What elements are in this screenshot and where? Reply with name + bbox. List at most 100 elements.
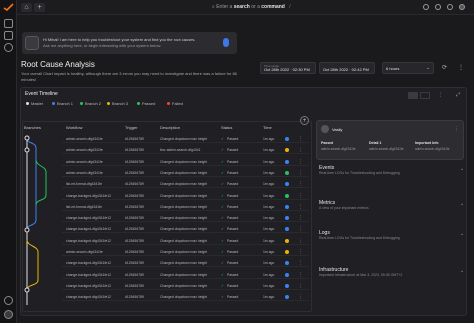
bookmark-icon[interactable] bbox=[4, 19, 13, 28]
table-row[interactable]: change-backgnd-dfg4341fe12 #125456789 Chan… bbox=[62, 271, 309, 279]
cell-status: Passed bbox=[227, 227, 239, 232]
table-row[interactable]: admin-search-dfg4341fe #125456789 Changed … bbox=[62, 158, 309, 166]
legend-item[interactable]: Failed bbox=[167, 101, 183, 106]
cell-trigger: #125456789 bbox=[125, 295, 144, 300]
table-row[interactable]: admin-search-dfg4341fe #125456789 Changed … bbox=[62, 169, 309, 177]
grid-view-toggle[interactable] bbox=[420, 92, 430, 99]
more-icon[interactable]: ⋮ bbox=[438, 92, 443, 98]
card-label-passed: Passed bbox=[321, 141, 334, 145]
card-menu-icon[interactable]: ⋮ bbox=[454, 126, 459, 132]
cell-description: Changed dropdown max height bbox=[160, 216, 208, 221]
legend-item[interactable]: Branch 1 bbox=[52, 101, 73, 106]
cell-trigger: #125456789 bbox=[125, 283, 144, 288]
table-row[interactable]: admin-search-dfg4341fe #125456789 Changed … bbox=[62, 135, 309, 143]
row-menu-icon[interactable]: ⋮ bbox=[298, 215, 303, 221]
cell-description: Changed dropdown max height bbox=[160, 159, 208, 164]
table-row[interactable]: change-backgnd-dfg4341fe12 #125456789 Chan… bbox=[62, 225, 309, 234]
legend-item[interactable]: Branch 2 bbox=[80, 101, 101, 106]
row-menu-icon[interactable]: ⋮ bbox=[298, 272, 303, 278]
row-menu-icon[interactable]: ⋮ bbox=[298, 249, 303, 255]
cell-time: 1m ago bbox=[263, 182, 275, 187]
branch-dot-icon bbox=[285, 182, 289, 187]
legend-label: Branch 2 bbox=[85, 101, 102, 106]
table-row[interactable]: change-backgnd-dfg4341fe12 #125456789 Chan… bbox=[62, 293, 309, 302]
user-avatar[interactable] bbox=[4, 310, 13, 319]
chevron-down-icon[interactable]: ⌄ bbox=[460, 268, 464, 274]
table-row[interactable]: change-backgnd-dfg4341fe12 #125456789 Chan… bbox=[62, 237, 309, 245]
legend-label: Master bbox=[31, 101, 44, 106]
table-row[interactable]: list-mt-format-dfg4341fe #125456789 Change… bbox=[62, 203, 309, 211]
status-check-icon: ✓ bbox=[221, 137, 224, 141]
cell-trigger: #125456789 bbox=[125, 137, 144, 141]
cell-time: 1m ago bbox=[263, 204, 275, 209]
table-row[interactable]: list-mt-format-dfg4341fe #125456789 Change… bbox=[62, 180, 309, 189]
legend-item[interactable]: Master bbox=[26, 101, 43, 106]
row-menu-icon[interactable]: ⋮ bbox=[298, 159, 303, 165]
row-menu-icon[interactable]: ⋮ bbox=[298, 193, 303, 199]
assistant-chat-bar[interactable]: Hi Mihai! I am here to help you troubles… bbox=[22, 32, 237, 54]
table-row[interactable]: change-backgnd-dfg4341fe12 #125456789 Chan… bbox=[62, 214, 309, 223]
cell-status: Passed bbox=[227, 250, 239, 254]
duration-select[interactable]: 6 hours ⌄ bbox=[382, 62, 434, 74]
history-icon[interactable] bbox=[4, 43, 13, 52]
table-row[interactable]: change-backgnd-dfg4341fe12 #125456789 Chan… bbox=[62, 192, 309, 200]
chevron-down-icon[interactable]: ⌄ bbox=[460, 231, 464, 237]
row-menu-icon[interactable]: ⋮ bbox=[298, 147, 303, 153]
profile-avatar[interactable] bbox=[459, 4, 465, 10]
new-tab-button[interactable]: + bbox=[34, 3, 45, 12]
row-menu-icon[interactable]: ⋮ bbox=[298, 260, 303, 266]
home-tab-button[interactable]: ⌂ bbox=[21, 3, 32, 12]
end-date-field[interactable]: Oct 28th 2022 · 02:42 PM bbox=[319, 62, 375, 74]
add-icon[interactable]: + bbox=[300, 116, 309, 125]
cell-trigger: #125456789 bbox=[125, 148, 144, 153]
legend-label: Failed bbox=[172, 101, 183, 106]
legend-item[interactable]: Branch 3 bbox=[107, 101, 128, 106]
assistant-avatar-icon bbox=[25, 36, 39, 50]
chevron-down-icon[interactable]: ⌄ bbox=[460, 166, 464, 172]
expand-icon[interactable]: ⤢ bbox=[456, 92, 460, 98]
status-check-icon: ✓ bbox=[221, 193, 224, 198]
row-menu-icon[interactable]: ⋮ bbox=[298, 204, 303, 210]
list-view-toggle[interactable] bbox=[408, 92, 418, 99]
cell-description: Changed dropdown max height bbox=[160, 238, 208, 243]
page-title: Root Cause Analysis bbox=[21, 60, 95, 69]
settings-gear-icon[interactable] bbox=[4, 296, 13, 305]
status-check-icon: ✓ bbox=[221, 216, 224, 221]
refresh-icon[interactable]: ⟳ bbox=[442, 64, 450, 72]
table-row[interactable]: admin-search-dfg4341fe #125456789 fea: adm… bbox=[62, 146, 309, 155]
cell-description: Changed dropdown max height bbox=[160, 193, 208, 198]
row-menu-icon[interactable]: ⋮ bbox=[298, 136, 303, 142]
terminal-icon[interactable] bbox=[4, 31, 13, 40]
branch-dot-icon bbox=[285, 295, 289, 300]
cell-time: 1m ago bbox=[263, 216, 275, 221]
command-search[interactable]: ⌕ Enter a search or a command / bbox=[212, 3, 320, 12]
table-row[interactable]: admin-search-dfg4341fe #125456789 Changed … bbox=[62, 248, 309, 256]
cell-time: 1m ago bbox=[263, 238, 275, 243]
notification-bell-icon[interactable] bbox=[423, 4, 429, 10]
page-description: Your overall Chart impact is healthy, al… bbox=[21, 71, 237, 82]
commit-detail-card: Vasily ⋮ Passed Detail 1 Important Info … bbox=[316, 120, 464, 160]
table-row[interactable]: change-backgnd-dfg4341fe12 #125456789 Chan… bbox=[62, 282, 309, 290]
legend-item[interactable]: Passed bbox=[137, 101, 155, 106]
cell-trigger: #125456789 bbox=[125, 170, 144, 175]
info-icon[interactable] bbox=[447, 4, 453, 10]
table-row[interactable]: change-backgnd-dfg4341fe12 #125456789 Chan… bbox=[62, 259, 309, 268]
row-menu-icon[interactable]: ⋮ bbox=[298, 226, 303, 232]
more-options-icon[interactable]: ⋮ bbox=[458, 64, 464, 72]
cell-description: Changed dropdown max height bbox=[160, 283, 208, 288]
row-menu-icon[interactable]: ⋮ bbox=[298, 294, 303, 300]
row-menu-icon[interactable]: ⋮ bbox=[298, 170, 303, 176]
row-menu-icon[interactable]: ⋮ bbox=[298, 238, 303, 244]
row-menu-icon[interactable]: ⋮ bbox=[298, 181, 303, 187]
cell-status: Passed bbox=[227, 204, 239, 209]
cell-time: 1m ago bbox=[263, 170, 275, 175]
row-menu-icon[interactable]: ⋮ bbox=[298, 283, 303, 289]
chevron-down-icon[interactable]: ⌄ bbox=[460, 201, 464, 207]
cell-status: Passed bbox=[227, 137, 239, 141]
start-date-field[interactable]: Time range Oct 28th 2022 · 02:30 PM bbox=[260, 62, 316, 74]
help-icon[interactable] bbox=[435, 4, 441, 10]
cell-trigger: #125456789 bbox=[125, 216, 144, 221]
microphone-icon[interactable] bbox=[223, 38, 229, 47]
author-avatar bbox=[321, 125, 329, 133]
cell-status: Passed bbox=[227, 272, 239, 277]
